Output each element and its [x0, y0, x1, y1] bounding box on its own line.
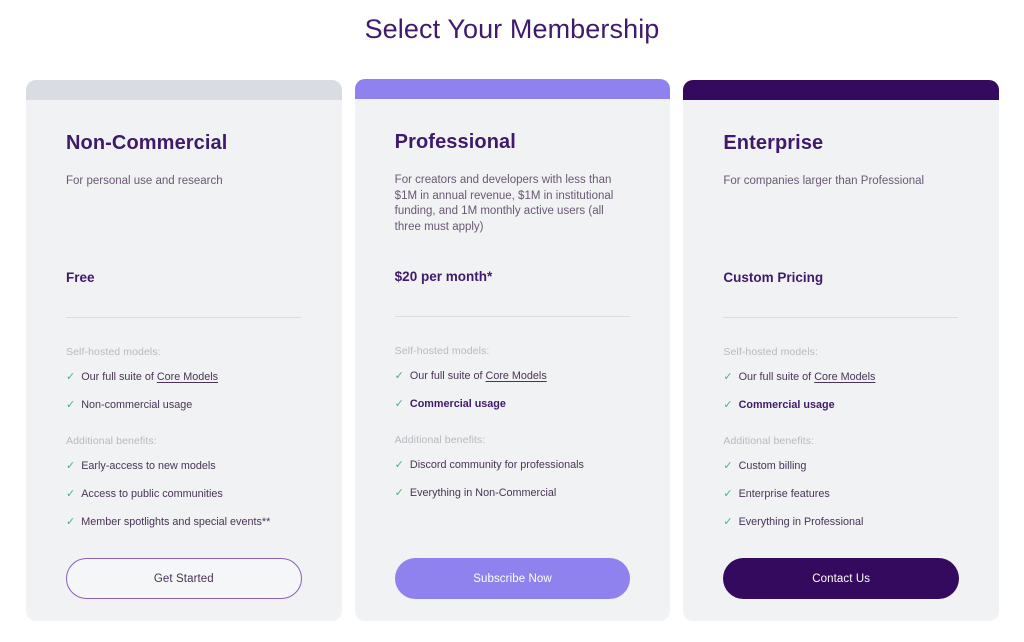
feature-text: Our full suite of Core Models	[410, 369, 547, 383]
feature-group-label: Self-hosted models:	[723, 346, 819, 358]
feature-text: Our full suite of Core Models	[739, 370, 876, 384]
feature-item: ✓ Our full suite of Core Models	[395, 369, 643, 383]
card-body: Enterprise For companies larger than Pro…	[683, 100, 999, 621]
plan-description: For companies larger than Professional	[723, 175, 925, 187]
pricing-card-enterprise: Enterprise For companies larger than Pro…	[683, 80, 1000, 621]
check-icon: ✓	[66, 488, 76, 500]
check-icon: ✓	[66, 460, 76, 472]
card-accent-bar	[683, 80, 1000, 100]
feature-item: ✓ Our full suite of Core Models	[723, 370, 971, 384]
feature-text: Everything in Professional	[738, 516, 864, 528]
feature-group-label: Additional benefits:	[723, 435, 815, 447]
feature-text: Access to public communities	[81, 488, 223, 500]
feature-item: ✓ Commercial usage	[723, 398, 971, 412]
page-title: Select Your Membership	[364, 14, 660, 44]
feature-text: Commercial usage	[409, 398, 506, 410]
plan-price: Custom Pricing	[723, 270, 824, 285]
check-icon: ✓	[66, 516, 76, 528]
feature-text: Our full suite of Core Models	[81, 370, 218, 384]
core-models-link[interactable]: Core Models	[486, 370, 547, 382]
core-models-link[interactable]: Core Models	[157, 371, 218, 383]
card-divider	[66, 317, 301, 318]
feature-text: Everything in Non-Commercial	[409, 487, 557, 499]
get-started-button[interactable]: Get Started	[66, 558, 302, 599]
feature-text: Discord community for professionals	[409, 459, 584, 471]
feature-item: ✓ Our full suite of Core Models	[66, 370, 314, 384]
card-accent-bar	[354, 79, 671, 99]
plan-name: Enterprise	[723, 132, 824, 154]
pricing-card-non-commercial: Non-Commercial For personal use and rese…	[26, 80, 342, 621]
pricing-card-professional: Professional For creators and developers…	[354, 79, 671, 621]
feature-item: ✓ Member spotlights and special events**	[66, 515, 314, 529]
plan-price: Free	[66, 270, 95, 285]
check-icon: ✓	[723, 460, 733, 472]
feature-list: Self-hosted models: ✓ Our full suite of …	[723, 346, 971, 529]
pricing-cards-row: Non-Commercial For personal use and rese…	[26, 79, 1000, 621]
plan-price: $20 per month*	[394, 269, 493, 284]
check-icon: ✓	[723, 371, 733, 383]
contact-us-button[interactable]: Contact Us	[723, 558, 960, 599]
card-accent-bar	[26, 80, 342, 100]
card-divider	[394, 316, 630, 317]
feature-item: ✓ Early-access to new models	[66, 459, 314, 473]
cta-container: Subscribe Now	[394, 558, 631, 599]
feature-item: ✓ Enterprise features	[723, 487, 971, 501]
cta-container: Get Started	[66, 558, 302, 599]
feature-list: Self-hosted models: ✓ Our full suite of …	[395, 345, 643, 500]
check-icon: ✓	[66, 399, 76, 411]
plan-description: For creators and developers with less th…	[394, 174, 614, 233]
card-divider	[723, 317, 959, 318]
feature-group: Self-hosted models: ✓ Our full suite of …	[66, 346, 314, 412]
card-body: Non-Commercial For personal use and rese…	[26, 100, 342, 621]
feature-text-prefix: Our full suite of	[81, 371, 157, 383]
card-body: Professional For creators and developers…	[355, 99, 671, 621]
check-icon: ✓	[723, 516, 733, 528]
feature-text-prefix: Our full suite of	[409, 370, 486, 382]
feature-text: Non-commercial usage	[81, 399, 193, 411]
feature-item: ✓ Everything in Non-Commercial	[395, 486, 643, 500]
check-icon: ✓	[394, 487, 404, 499]
feature-item: ✓ Everything in Professional	[723, 515, 971, 529]
feature-group: Additional benefits: ✓ Early-access to n…	[66, 435, 314, 529]
feature-group: Self-hosted models: ✓ Our full suite of …	[723, 346, 971, 412]
feature-text-prefix: Our full suite of	[738, 371, 815, 383]
core-models-link[interactable]: Core Models	[814, 371, 875, 383]
feature-item: ✓ Commercial usage	[395, 397, 643, 411]
feature-text: Enterprise features	[738, 488, 830, 500]
feature-group-label: Self-hosted models:	[66, 346, 161, 358]
check-icon: ✓	[723, 399, 733, 411]
feature-group: Additional benefits: ✓ Custom billing ✓ …	[723, 435, 971, 529]
feature-list: Self-hosted models: ✓ Our full suite of …	[66, 346, 314, 529]
feature-group: Self-hosted models: ✓ Our full suite of …	[395, 345, 643, 411]
check-icon: ✓	[66, 371, 76, 383]
plan-name: Professional	[394, 131, 516, 153]
check-icon: ✓	[394, 370, 404, 382]
feature-group: Additional benefits: ✓ Discord community…	[395, 434, 643, 500]
plan-description: For personal use and research	[66, 175, 223, 187]
feature-group-label: Additional benefits:	[66, 435, 157, 447]
feature-item: ✓ Non-commercial usage	[66, 398, 314, 412]
check-icon: ✓	[394, 459, 404, 471]
membership-page: Select Your Membership Non-Commercial Fo…	[0, 0, 1024, 642]
feature-item: ✓ Access to public communities	[66, 487, 314, 501]
plan-name: Non-Commercial	[66, 132, 228, 154]
feature-item: ✓ Discord community for professionals	[395, 458, 643, 472]
check-icon: ✓	[723, 488, 733, 500]
cta-container: Contact Us	[723, 558, 960, 599]
feature-item: ✓ Custom billing	[723, 459, 971, 473]
feature-text: Early-access to new models	[81, 460, 216, 472]
feature-group-label: Self-hosted models:	[394, 345, 490, 357]
feature-text: Custom billing	[738, 460, 807, 472]
feature-text: Commercial usage	[738, 399, 835, 411]
subscribe-now-button[interactable]: Subscribe Now	[394, 558, 631, 599]
feature-group-label: Additional benefits:	[394, 434, 486, 446]
feature-text: Member spotlights and special events**	[81, 516, 271, 528]
check-icon: ✓	[394, 398, 404, 410]
